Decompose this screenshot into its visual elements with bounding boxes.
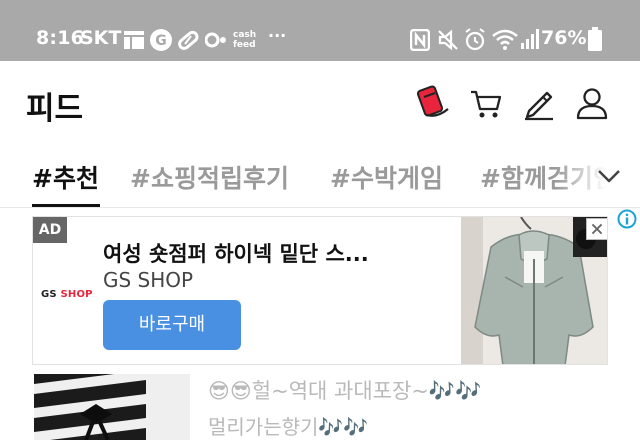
post-author: 멀리가는향기🎶🎶 — [208, 415, 369, 439]
status-overflow: ··· — [268, 26, 287, 45]
gs-shop-logo: GS SHOP — [41, 289, 93, 300]
chevron-down-icon[interactable] — [596, 165, 622, 187]
status-time: 8:16 — [36, 27, 85, 49]
cashfeed-icon: cash feed — [233, 30, 257, 50]
post-title[interactable]: 😎😎헐~역대 과대포장~🎶🎶 — [208, 375, 481, 405]
pencil-icon[interactable] — [521, 85, 557, 121]
point-card-icon[interactable] — [415, 85, 451, 121]
dots-app-icon — [205, 32, 226, 48]
info-icon[interactable] — [617, 209, 637, 229]
notification-icon — [124, 31, 144, 49]
status-bar: 8:16 SKT G cash feed ··· 76% — [0, 0, 640, 61]
profile-icon[interactable] — [574, 85, 610, 121]
alarm-icon — [465, 28, 485, 51]
signal-icon — [521, 29, 539, 49]
divider — [0, 207, 640, 208]
tab-recommended[interactable]: #추천 — [32, 159, 99, 195]
post-thumbnail[interactable] — [34, 374, 190, 440]
buy-now-button[interactable]: 바로구매 — [103, 300, 241, 350]
tab-shopping-review[interactable]: #쇼핑적립후기 — [130, 159, 289, 195]
close-icon[interactable] — [586, 218, 608, 240]
g-app-icon: G — [150, 29, 172, 51]
ad-title[interactable]: 여성 숏점퍼 하이넥 밑단 스... — [103, 238, 369, 268]
battery-percent: 76% — [541, 27, 587, 49]
battery-icon — [588, 27, 602, 51]
app-header: 피드 — [0, 61, 640, 145]
hashtag-tabs: #추천 #쇼핑적립후기 #수박게임 #함께걷기인증 — [0, 145, 640, 207]
ad-card[interactable]: AD GS SHOP 여성 숏점퍼 하이넥 밑단 스... GS SHOP 바로… — [32, 216, 608, 365]
wifi-icon — [492, 29, 518, 50]
nfc-icon — [410, 29, 430, 51]
status-carrier: SKT — [80, 27, 122, 49]
tab-watermelon-game[interactable]: #수박게임 — [330, 159, 443, 195]
page-title: 피드 — [26, 91, 84, 127]
ad-badge: AD — [33, 217, 67, 243]
pill-icon — [178, 30, 199, 50]
ad-brand: GS SHOP — [103, 268, 194, 292]
svg-text:G: G — [155, 33, 167, 49]
cart-icon[interactable] — [468, 85, 504, 121]
mute-icon — [438, 29, 458, 51]
